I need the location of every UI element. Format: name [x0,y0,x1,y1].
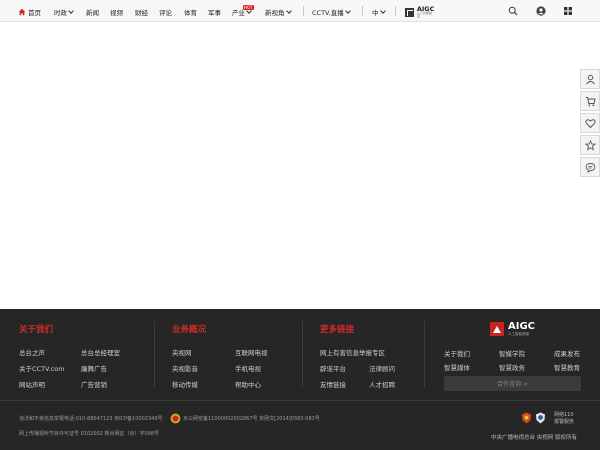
footer-link[interactable]: 智慧政务 [499,362,525,372]
nav-item-news[interactable]: 新闻 [86,7,99,17]
footer-col-business-title: 业务概况 [172,325,207,335]
footer-link[interactable]: 智媒学院 [499,348,525,358]
chevron-down-icon [285,7,292,14]
nav-item-label: 视频 [110,9,123,17]
aigc-logo-mark [490,322,504,336]
footer-link[interactable]: 网站声明 [19,379,45,389]
footer-link[interactable]: 广告营销 [81,379,107,389]
heart-icon [584,118,596,128]
star-icon [584,139,596,151]
footer-link[interactable]: 成果发布 [554,348,580,358]
report-line-2: 报警服务 [554,419,575,425]
footer-link[interactable]: 法律顾问 [369,363,395,373]
side-tool-cart[interactable] [580,91,600,111]
footer-link[interactable]: 关于我们 [444,348,470,358]
nav-item-label: 财经 [135,9,148,17]
nav-item-finance[interactable]: 财经 [135,7,148,17]
footer-col-about-title: 关于我们 [19,325,54,335]
side-tool-chat[interactable] [580,157,600,177]
aigc-logo[interactable]: AIGC 人工智能频道 [405,6,435,18]
nav-divider [395,6,396,16]
legal-report-line: 违法和不良信息举报电话:010-88047123 京ICP备10002349号 [19,416,163,422]
nav-item-label: 评论 [159,9,172,17]
user-icon [536,6,546,16]
footer-link[interactable]: 央视影音 [172,363,198,373]
legal-security-line: 京公网安备11000002002867号 京网文[2014]0383-083号 [183,416,320,422]
network-police-icon[interactable] [535,412,546,424]
footer-links-area: 关于我们 总台之声 总台总经理室 关于CCTV.com 廉舞广告 网站声明 广告… [0,309,600,401]
nav-home-label: 首页 [28,9,41,17]
nav-item-new-perspective[interactable]: 新视角 [265,7,292,17]
search-button[interactable] [507,5,519,17]
footer-link[interactable]: 手机电视 [235,363,261,373]
nav-home[interactable]: 首页 [18,7,41,17]
footer-aigc-logo-text: AIGC [508,321,536,332]
footer-divider [154,321,155,387]
cart-icon [585,96,596,106]
footer-link[interactable]: 总台之声 [19,347,45,357]
search-icon [508,6,518,16]
footer-link[interactable]: 总台总经理室 [81,347,120,357]
user-button[interactable] [535,5,547,17]
footer-link[interactable]: 移动传媒 [172,379,198,389]
user-icon [585,74,595,84]
footer: 关于我们 总台之声 总台总经理室 关于CCTV.com 廉舞广告 网站声明 广告… [0,309,600,450]
footer-link[interactable]: 网上有害信息举报专区 [320,347,385,357]
footer-divider [302,321,303,387]
nav-item-label: 体育 [184,9,197,17]
chat-icon [585,162,595,173]
nav-item-politics[interactable]: 时政 [54,7,74,17]
language-label: 中 [372,9,379,17]
nav-item-label: 新视角 [265,9,285,17]
nav-item-cctv-live[interactable]: CCTV.直播 [312,7,351,17]
aigc-logo-mark [405,7,414,17]
chevron-down-icon [344,7,351,14]
nav-item-military[interactable]: 军事 [208,7,221,17]
footer-col-more-title: 更多链接 [320,325,355,335]
side-tool-star[interactable] [580,135,600,155]
footer-link[interactable]: 廉舞广告 [81,363,107,373]
nav-item-sports[interactable]: 体育 [184,7,197,17]
network-110-report[interactable]: 网络110 报警服务 [554,412,574,426]
nav-divider [303,6,304,16]
footer-link[interactable]: 智慧教育 [554,362,580,372]
footer-link[interactable]: 辟谣平台 [320,363,346,373]
footer-link[interactable]: 人才招聘 [369,379,395,389]
report-line-1: 网络110 [554,412,574,418]
grid-menu-button[interactable] [562,5,574,17]
police-badge-icon[interactable] [521,412,532,424]
nav-item-label: 新闻 [86,9,99,17]
top-navigation-bar: 首页 时政 新闻 视频 财经 评论 体育 军事 HOT 产业 新视角 CCTV.… [0,0,600,22]
nav-item-video[interactable]: 视频 [110,7,123,17]
footer-link[interactable]: 关于CCTV.com [19,363,65,373]
copyright-text: 中央广播电视总台 央视网 版权所有 [491,435,577,441]
nav-divider [362,6,363,16]
police-emblem-icon [170,413,181,424]
footer-link[interactable]: 央视网 [172,347,192,357]
cooperation-consult-button[interactable]: 合作咨询 > [444,376,581,391]
nav-item-label: 军事 [208,9,221,17]
legal-license-line: 网上传播视听节目许可证号 0102002 新出网证（京）字098号 [19,431,159,437]
footer-link[interactable]: 友情链接 [320,379,346,389]
grid-icon [564,7,572,15]
footer-aigc-logo[interactable]: AIGC 人工智能频道 [490,322,535,336]
side-tool-user[interactable] [580,69,600,89]
footer-aigc-logo-sub: 人工智能频道 [508,332,529,336]
footer-divider [424,321,425,387]
footer-link[interactable]: 互联网电视 [235,347,268,357]
side-toolbar [580,69,600,179]
side-tool-favorite[interactable] [580,113,600,133]
chevron-down-icon [68,7,74,14]
language-select[interactable]: 中 [372,7,386,17]
chevron-down-icon [379,7,386,14]
aigc-logo-sub: 人工智能频道 [416,11,432,18]
nav-item-industry[interactable]: HOT 产业 [232,5,254,17]
nav-item-comment[interactable]: 评论 [159,7,172,17]
nav-item-label: CCTV.直播 [312,9,344,17]
footer-link[interactable]: 智慧媒体 [444,362,470,372]
footer-link[interactable]: 帮助中心 [235,379,261,389]
home-icon [18,8,26,16]
nav-item-label: 时政 [54,9,67,17]
